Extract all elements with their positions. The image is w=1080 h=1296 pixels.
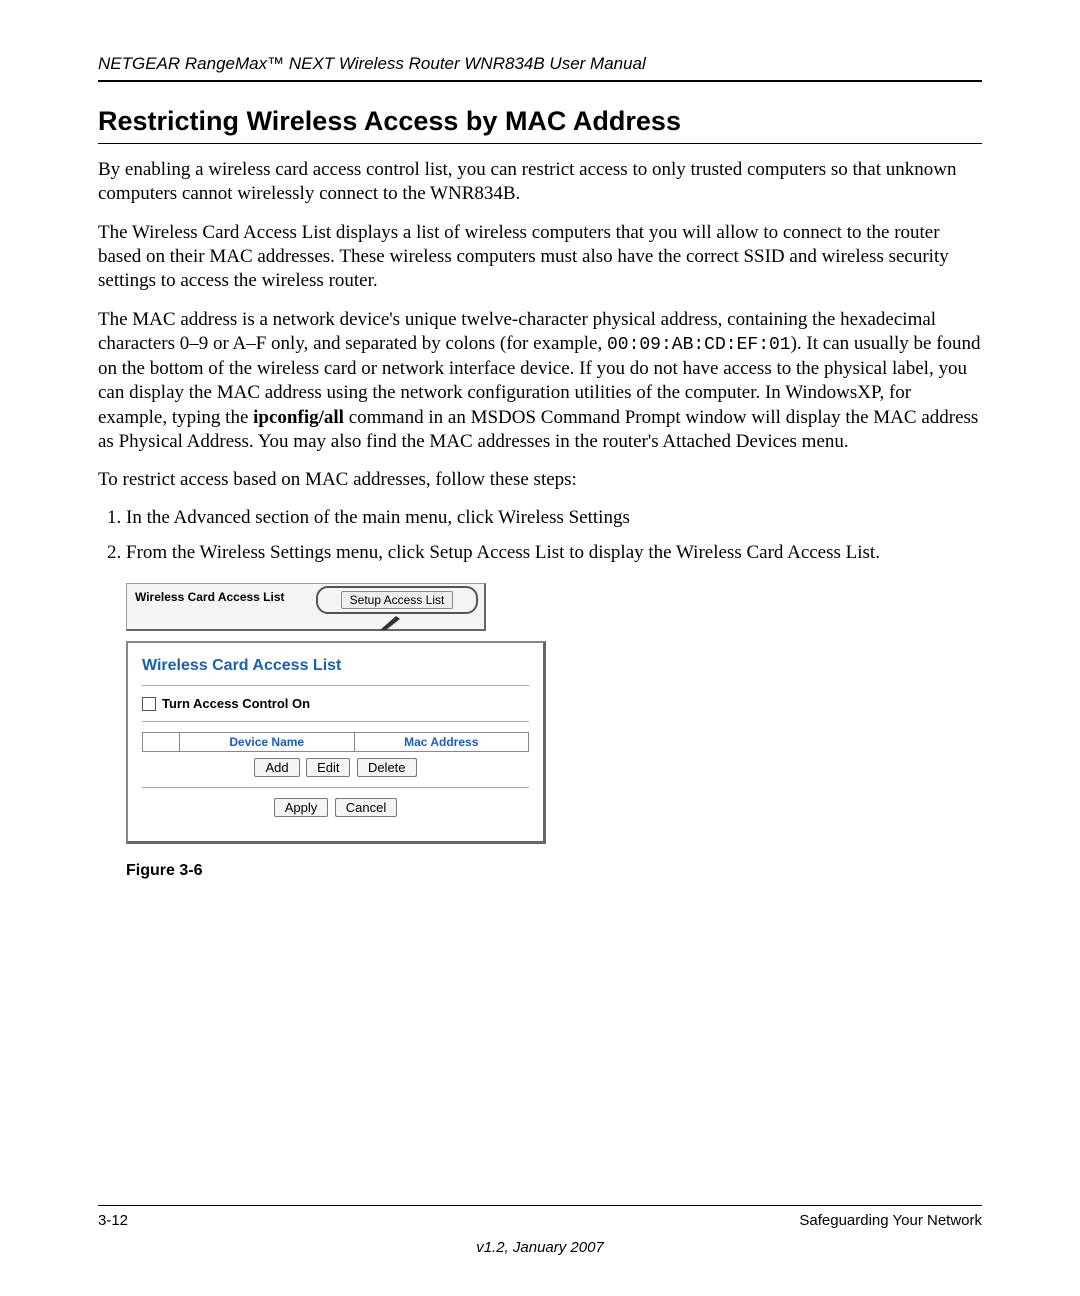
- footer-section: Safeguarding Your Network: [799, 1212, 982, 1229]
- row-crud-buttons: Add Edit Delete: [142, 758, 529, 777]
- col-mac-address: Mac Address: [355, 733, 529, 751]
- turn-access-control-row: Turn Access Control On: [142, 696, 529, 711]
- turn-access-control-label: Turn Access Control On: [162, 696, 310, 711]
- paragraph-4: To restrict access based on MAC addresse…: [98, 468, 982, 492]
- setup-access-list-button[interactable]: Setup Access List: [341, 591, 454, 609]
- snippet-label: Wireless Card Access List: [135, 590, 285, 604]
- footer-version: v1.2, January 2007: [98, 1239, 982, 1256]
- page-footer: 3-12 Safeguarding Your Network v1.2, Jan…: [98, 1205, 982, 1256]
- paragraph-3: The MAC address is a network device's un…: [98, 308, 982, 455]
- figure-3-6: Wireless Card Access List Setup Access L…: [126, 583, 546, 880]
- cancel-button[interactable]: Cancel: [335, 798, 397, 817]
- step-1: In the Advanced section of the main menu…: [126, 506, 982, 530]
- paragraph-2: The Wireless Card Access List displays a…: [98, 221, 982, 294]
- footer-rule: [98, 1205, 982, 1206]
- panel-sep-2: [142, 721, 529, 722]
- access-list-table-header: Device Name Mac Address: [142, 732, 529, 752]
- panel-title: Wireless Card Access List: [142, 657, 529, 675]
- row-apply-cancel: Apply Cancel: [142, 798, 529, 817]
- steps-list: In the Advanced section of the main menu…: [98, 506, 982, 565]
- apply-button[interactable]: Apply: [274, 798, 329, 817]
- paragraph-1: By enabling a wireless card access contr…: [98, 158, 982, 207]
- edit-button[interactable]: Edit: [306, 758, 350, 777]
- callout-oval: Setup Access List: [316, 586, 478, 614]
- delete-button[interactable]: Delete: [357, 758, 417, 777]
- step-1-text: In the Advanced section of the main menu…: [126, 507, 630, 528]
- callout-arrow-icon: [380, 616, 400, 630]
- panel-sep-1: [142, 685, 529, 686]
- mac-example: 00:09:AB:CD:EF:01: [607, 335, 791, 355]
- page-number: 3-12: [98, 1212, 128, 1229]
- page-title: Restricting Wireless Access by MAC Addre…: [98, 106, 982, 137]
- step-2-text: From the Wireless Settings menu, click S…: [126, 542, 880, 563]
- title-underline: [98, 143, 982, 144]
- figure-caption: Figure 3-6: [126, 862, 546, 880]
- header-rule: [98, 80, 982, 82]
- add-button[interactable]: Add: [254, 758, 299, 777]
- running-header: NETGEAR RangeMax™ NEXT Wireless Router W…: [98, 54, 982, 74]
- turn-access-control-checkbox[interactable]: [142, 697, 156, 711]
- ipconfig-cmd: ipconfig/all: [253, 407, 344, 428]
- col-select: [143, 733, 180, 751]
- step-2: From the Wireless Settings menu, click S…: [126, 541, 982, 565]
- panel-sep-3: [142, 787, 529, 788]
- snippet-wireless-card-row: Wireless Card Access List Setup Access L…: [126, 583, 486, 631]
- col-device-name: Device Name: [180, 733, 355, 751]
- access-list-panel: Wireless Card Access List Turn Access Co…: [126, 641, 546, 844]
